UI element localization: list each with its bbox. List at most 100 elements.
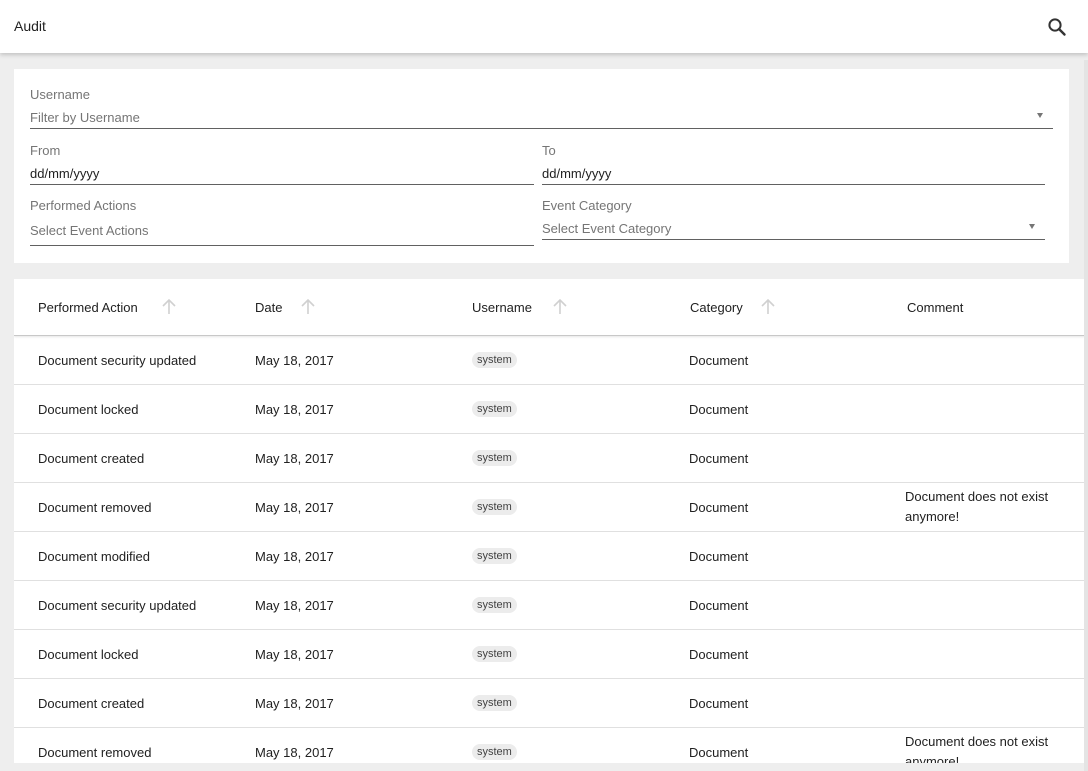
table-row[interactable]: Document removed May 18, 2017 system Doc…: [14, 728, 1085, 763]
cell-comment: [905, 679, 1075, 727]
cell-date: May 18, 2017: [255, 450, 334, 466]
cell-comment: [905, 434, 1075, 482]
username-label: Username: [30, 87, 90, 102]
username-chip: system: [472, 352, 517, 368]
cell-username: system: [472, 532, 672, 580]
username-chip: system: [472, 646, 517, 662]
cell-username: system: [472, 679, 672, 727]
table-header: Performed Action Date Username Category …: [14, 279, 1085, 336]
to-date-input[interactable]: dd/mm/yyyy: [542, 165, 1045, 185]
event-category-field: Event Category Select Event Category: [542, 198, 1045, 243]
cell-username: system: [472, 728, 672, 763]
cell-date: May 18, 2017: [255, 401, 334, 417]
cell-action: Document created: [38, 695, 145, 711]
sort-arrow-up-icon[interactable]: [161, 298, 177, 316]
table-row[interactable]: Document security updated May 18, 2017 s…: [14, 336, 1085, 385]
cell-comment: [905, 532, 1075, 580]
chevron-down-icon: [1029, 224, 1035, 229]
cell-date: May 18, 2017: [255, 744, 334, 760]
cell-comment: [905, 336, 1075, 384]
cell-category: Document: [689, 646, 749, 662]
cell-date: May 18, 2017: [255, 695, 334, 711]
chevron-down-icon: [1037, 113, 1043, 118]
cell-category: Document: [689, 548, 749, 564]
table-row[interactable]: Document security updated May 18, 2017 s…: [14, 581, 1085, 630]
sort-arrow-up-icon[interactable]: [552, 298, 568, 316]
to-date-field: To dd/mm/yyyy: [542, 143, 1045, 188]
table-row[interactable]: Document locked May 18, 2017 system Docu…: [14, 630, 1085, 679]
cell-username: system: [472, 385, 672, 433]
performed-actions-label: Performed Actions: [30, 198, 137, 213]
cell-username: system: [472, 581, 672, 629]
from-date-input[interactable]: dd/mm/yyyy: [30, 165, 534, 185]
from-date-value: dd/mm/yyyy: [30, 166, 100, 181]
page-title: Audit: [14, 18, 46, 34]
performed-actions-field: Performed Actions Select Event Actions: [30, 198, 534, 248]
cell-username: system: [472, 630, 672, 678]
username-chip: system: [472, 548, 517, 564]
to-label: To: [542, 143, 556, 158]
cell-comment: [905, 630, 1075, 678]
cell-comment: Document does not exist anymore!: [905, 489, 1049, 524]
cell-category: Document: [689, 352, 749, 368]
performed-actions-placeholder: Select Event Actions: [30, 223, 149, 238]
username-chip: system: [472, 450, 517, 466]
cell-date: May 18, 2017: [255, 597, 334, 613]
cell-action: Document locked: [38, 401, 139, 417]
cell-date: May 18, 2017: [255, 499, 334, 515]
cell-category: Document: [689, 695, 749, 711]
to-date-value: dd/mm/yyyy: [542, 166, 612, 181]
username-placeholder: Filter by Username: [30, 110, 140, 125]
cell-action: Document security updated: [38, 352, 197, 368]
column-header-performed-action[interactable]: Performed Action: [38, 300, 138, 315]
username-select[interactable]: Filter by Username: [30, 109, 1053, 129]
search-icon[interactable]: [1046, 16, 1068, 38]
performed-actions-select[interactable]: Select Event Actions: [30, 222, 534, 246]
sort-arrow-up-icon[interactable]: [300, 298, 316, 316]
filter-panel: Username Filter by Username From dd/mm/y…: [14, 69, 1069, 263]
username-chip: system: [472, 695, 517, 711]
cell-username: system: [472, 483, 672, 531]
event-category-label: Event Category: [542, 198, 632, 213]
table-row[interactable]: Document created May 18, 2017 system Doc…: [14, 434, 1085, 483]
cell-action: Document created: [38, 450, 145, 466]
cell-comment: [905, 581, 1075, 629]
cell-category: Document: [689, 401, 749, 417]
cell-category: Document: [689, 499, 749, 515]
cell-category: Document: [689, 744, 749, 760]
cell-action: Document security updated: [38, 597, 197, 613]
cell-action: Document removed: [38, 499, 152, 515]
username-chip: system: [472, 744, 517, 760]
from-date-field: From dd/mm/yyyy: [30, 143, 534, 188]
cell-comment: [905, 385, 1075, 433]
column-header-username[interactable]: Username: [472, 300, 532, 315]
username-chip: system: [472, 499, 517, 515]
sort-arrow-up-icon[interactable]: [760, 298, 776, 316]
cell-action: Document modified: [38, 548, 150, 564]
column-header-category[interactable]: Category: [690, 300, 743, 315]
column-header-date[interactable]: Date: [255, 300, 282, 315]
username-chip: system: [472, 401, 517, 417]
table-row[interactable]: Document removed May 18, 2017 system Doc…: [14, 483, 1085, 532]
cell-date: May 18, 2017: [255, 548, 334, 564]
audit-table: Performed Action Date Username Category …: [14, 279, 1085, 763]
cell-username: system: [472, 434, 672, 482]
app-bar: Audit: [0, 0, 1088, 53]
table-row[interactable]: Document locked May 18, 2017 system Docu…: [14, 385, 1085, 434]
table-row[interactable]: Document created May 18, 2017 system Doc…: [14, 679, 1085, 728]
username-chip: system: [472, 597, 517, 613]
cell-username: system: [472, 336, 672, 384]
event-category-select[interactable]: Select Event Category: [542, 220, 1045, 240]
username-filter: Username Filter by Username: [30, 87, 1053, 132]
scrollbar[interactable]: [1084, 60, 1088, 771]
cell-comment: Document does not exist anymore!: [905, 734, 1049, 763]
cell-action: Document removed: [38, 744, 152, 760]
table-row[interactable]: Document modified May 18, 2017 system Do…: [14, 532, 1085, 581]
cell-category: Document: [689, 597, 749, 613]
cell-date: May 18, 2017: [255, 352, 334, 368]
cell-date: May 18, 2017: [255, 646, 334, 662]
event-category-placeholder: Select Event Category: [542, 221, 672, 236]
cell-action: Document locked: [38, 646, 139, 662]
table-body: Document security updated May 18, 2017 s…: [14, 336, 1085, 763]
column-header-comment: Comment: [907, 300, 964, 315]
